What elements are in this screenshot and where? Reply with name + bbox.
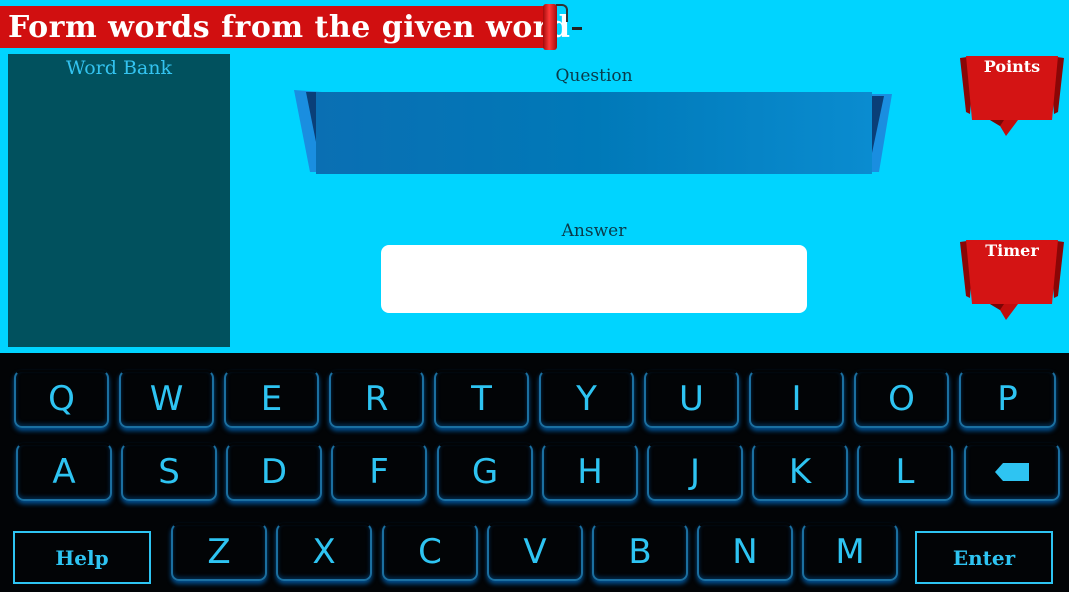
key-e[interactable]: E <box>224 370 319 428</box>
key-n[interactable]: N <box>697 523 793 581</box>
paint-roller-handle <box>556 4 568 22</box>
question-label: Question <box>555 66 633 86</box>
key-d[interactable]: D <box>226 443 322 501</box>
word-bank-label: Word Bank <box>65 57 172 79</box>
key-m[interactable]: M <box>802 523 898 581</box>
key-b[interactable]: B <box>592 523 688 581</box>
key-z[interactable]: Z <box>171 523 267 581</box>
key-w[interactable]: W <box>119 370 214 428</box>
backspace-icon <box>995 463 1029 481</box>
question-ribbon <box>294 90 892 174</box>
key-f[interactable]: F <box>331 443 427 501</box>
points-label: Points <box>983 57 1041 76</box>
key-o[interactable]: O <box>854 370 949 428</box>
answer-input[interactable] <box>381 245 807 313</box>
key-j[interactable]: J <box>647 443 743 501</box>
backspace-key[interactable] <box>964 443 1060 501</box>
key-k[interactable]: K <box>752 443 848 501</box>
key-v[interactable]: V <box>487 523 583 581</box>
key-r[interactable]: R <box>329 370 424 428</box>
key-x[interactable]: X <box>276 523 372 581</box>
key-i[interactable]: I <box>749 370 844 428</box>
key-q[interactable]: Q <box>14 370 109 428</box>
key-s[interactable]: S <box>121 443 217 501</box>
key-g[interactable]: G <box>437 443 533 501</box>
key-t[interactable]: T <box>434 370 529 428</box>
answer-label: Answer <box>561 221 627 241</box>
title-banner: Form words from the given word <box>0 6 570 48</box>
timer-label: Timer <box>985 241 1039 260</box>
ribbon-body <box>316 92 872 174</box>
key-l[interactable]: L <box>857 443 953 501</box>
key-a[interactable]: A <box>16 443 112 501</box>
word-bank-panel: Word Bank <box>8 54 230 347</box>
enter-button[interactable]: Enter <box>915 531 1053 584</box>
points-badge: Points <box>960 54 1064 139</box>
key-p[interactable]: P <box>959 370 1056 428</box>
key-u[interactable]: U <box>644 370 739 428</box>
dash-mark <box>572 27 582 30</box>
title-text: Form words from the given word <box>8 10 571 45</box>
key-c[interactable]: C <box>382 523 478 581</box>
game-area: Form words from the given word Word Bank… <box>0 0 1069 353</box>
help-button[interactable]: Help <box>13 531 151 584</box>
timer-badge: Timer <box>960 238 1064 323</box>
key-y[interactable]: Y <box>539 370 634 428</box>
on-screen-keyboard: Q W E R T Y U I O P A S D F G H J K L He… <box>0 353 1069 592</box>
paint-roller-icon <box>543 4 557 50</box>
key-h[interactable]: H <box>542 443 638 501</box>
